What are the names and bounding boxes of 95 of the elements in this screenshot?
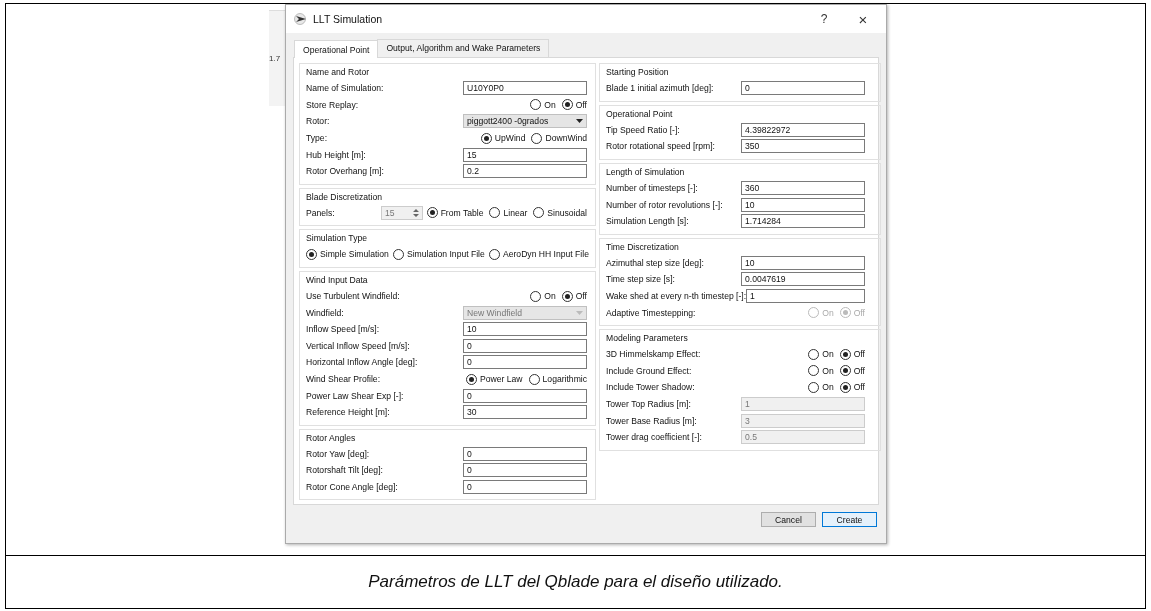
field-label: Azimuthal step size [deg]: — [606, 257, 705, 268]
radio-option[interactable]: On — [808, 381, 834, 393]
field-label: Store Replay: — [306, 99, 360, 110]
group-title: Length of Simulation — [606, 165, 685, 179]
group-title: Starting Position — [606, 66, 669, 79]
input-field[interactable]: 1 — [746, 289, 865, 304]
input-field[interactable]: 0 — [463, 355, 587, 370]
field-label: Tower Top Radius [m]: — [606, 399, 692, 409]
field-label: Horizontal Inflow Angle [deg]: — [306, 357, 419, 368]
field-label: Name of Simulation: — [306, 83, 385, 94]
radio-option[interactable]: AeroDyn HH Input File — [489, 248, 589, 260]
radio-option[interactable]: Off — [839, 365, 865, 377]
radio-option[interactable]: UpWind — [480, 132, 526, 144]
group-title: Rotor Angles — [306, 431, 356, 445]
field-label: Rotorshaft Tilt [deg]: — [306, 465, 384, 476]
spin-arrows-icon — [412, 207, 419, 218]
input-field[interactable]: 0.2 — [463, 164, 587, 179]
input-field[interactable]: 0 — [463, 463, 587, 478]
turbine-logo-icon — [294, 13, 308, 25]
group-title: Time Discretization — [606, 240, 679, 254]
input-field[interactable]: 0 — [741, 81, 865, 96]
group-title: Modeling Parameters — [606, 331, 688, 345]
field-label: Hub Height [m]: — [306, 149, 367, 160]
input-field[interactable]: 0 — [463, 480, 587, 494]
field-label: Rotor Cone Angle [deg]: — [306, 482, 399, 492]
group-title: Simulation Type — [306, 232, 367, 246]
field-label: Tower drag coefficient [-]: — [606, 432, 703, 443]
input-field[interactable]: 360 — [741, 181, 865, 196]
help-button[interactable]: ? — [807, 12, 841, 26]
field-label: Rotor rotational speed [rpm]: — [606, 141, 716, 152]
input-field[interactable]: 10 — [741, 197, 865, 212]
input-field[interactable]: 30 — [463, 405, 587, 420]
group-title: Name and Rotor — [306, 66, 370, 79]
tab[interactable]: Operational Point — [294, 40, 379, 58]
close-button[interactable]: × — [846, 10, 880, 28]
radio-option[interactable]: On — [530, 99, 556, 111]
radio-option[interactable]: On — [808, 348, 834, 360]
input-field[interactable]: 1.714284 — [741, 214, 865, 229]
input-field[interactable]: 10 — [741, 255, 865, 270]
radio-option[interactable]: Simulation Input File — [392, 248, 485, 260]
field-label: Wake shed at every n-th timestep [-]: — [606, 291, 747, 302]
dialog-button[interactable]: Cancel — [761, 512, 816, 527]
field-label: Panels: — [306, 207, 336, 218]
field-label: Adaptive Timestepping: — [606, 307, 697, 318]
input-field[interactable]: 4.39822972 — [741, 122, 865, 137]
input-field[interactable]: 0 — [463, 446, 587, 461]
caret-icon — [576, 310, 583, 315]
field-label: Windfield: — [306, 307, 345, 318]
field-label: Power Law Shear Exp [-]: — [306, 390, 405, 401]
dialog-button[interactable]: Create — [822, 512, 877, 527]
dropdown[interactable]: piggott2400 -0grados — [463, 114, 587, 129]
field-label: Tower Base Radius [m]: — [606, 415, 698, 426]
caret-icon — [576, 119, 583, 124]
radio-option[interactable]: Power Law — [466, 373, 523, 385]
field-label: Inflow Speed [m/s]: — [306, 324, 381, 335]
radio-option[interactable]: Logarithmic — [528, 373, 587, 385]
field-label: Reference Height [m]: — [306, 407, 391, 418]
window-title: LLT Simulation — [313, 13, 384, 25]
group-title: Operational Point — [606, 107, 673, 121]
input-field[interactable]: 15 — [463, 147, 587, 162]
field-label: Simulation Length [s]: — [606, 216, 690, 227]
radio-option[interactable]: Off — [561, 99, 587, 111]
field-label: Use Turbulent Windfield: — [306, 291, 401, 302]
group-title: Blade Discretization — [306, 190, 382, 204]
tab[interactable]: Output, Algorithm and Wake Parameters — [377, 39, 550, 57]
field-label: Rotor Yaw [deg]: — [306, 448, 371, 459]
input-field[interactable]: 10 — [463, 322, 587, 337]
radio-option[interactable]: Off — [839, 381, 865, 393]
background-text: 1.7 — [269, 54, 281, 63]
field-label: Wind Shear Profile: — [306, 374, 382, 384]
field-label: 3D Himmelskamp Effect: — [606, 349, 702, 360]
radio-option[interactable]: On — [530, 290, 556, 302]
field-label: Tip Speed Ratio [-]: — [606, 124, 681, 135]
radio-option[interactable]: Off — [561, 290, 587, 302]
input-field[interactable]: 350 — [741, 139, 865, 154]
radio-option[interactable]: Simple Simulation — [306, 248, 389, 260]
radio-option[interactable]: On — [808, 365, 834, 377]
field-label: Number of rotor revolutions [-]: — [606, 199, 724, 210]
field-label: Time step size [s]: — [606, 274, 676, 285]
field-label: Type: — [306, 133, 329, 144]
field-label: Vertical Inflow Speed [m/s]: — [306, 340, 411, 351]
field-label: Blade 1 initial azimuth [deg]: — [606, 83, 715, 94]
figure-caption: Parámetros de LLT del Qblade para el diseño utilizado. — [367, 571, 784, 593]
field-label: Rotor Overhang [m]: — [306, 166, 385, 177]
group-title: Wind Input Data — [306, 273, 368, 287]
field-label: Number of timesteps [-]: — [606, 183, 699, 194]
field-label: Rotor: — [306, 116, 331, 127]
input-field[interactable]: 0.0047619 — [741, 272, 865, 287]
input-field[interactable]: U10Y0P0 — [463, 81, 587, 96]
field-label: Include Ground Effect: — [606, 365, 693, 376]
radio-option[interactable]: DownWind — [531, 132, 587, 144]
radio-option[interactable]: Off — [839, 348, 865, 360]
input-field[interactable]: 0 — [463, 338, 587, 353]
input-field[interactable]: 0 — [463, 388, 587, 403]
field-label: Include Tower Shadow: — [606, 382, 696, 393]
